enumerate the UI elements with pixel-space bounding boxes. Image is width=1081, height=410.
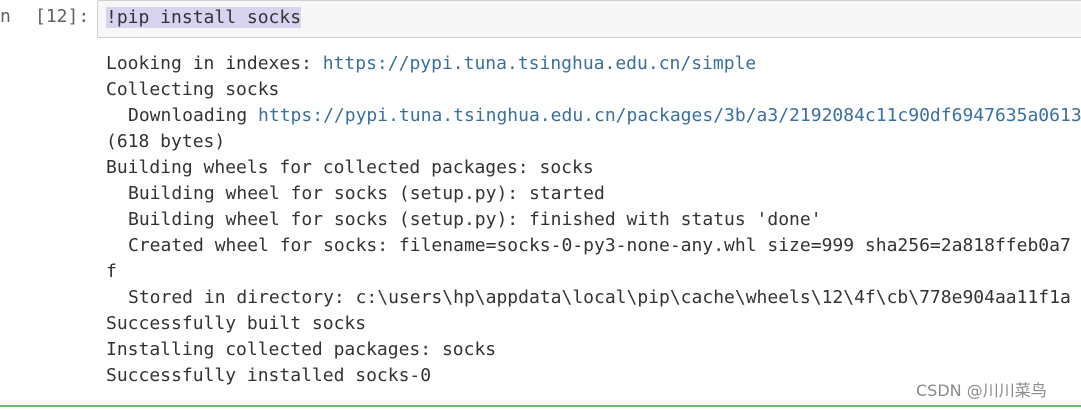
execution-count-label: [12]: xyxy=(35,6,90,27)
output-line: Installing collected packages: socks xyxy=(106,339,497,360)
cell-prompt: n [12]: xyxy=(0,4,92,30)
output-text: Created wheel for socks: filename=socks-… xyxy=(128,235,1071,256)
index-url-link[interactable]: https://pypi.tuna.tsinghua.edu.cn/simple xyxy=(323,53,756,74)
code-input-area[interactable]: !pip install socks xyxy=(97,0,1081,38)
csdn-watermark: CSDN @川川菜鸟 xyxy=(916,380,1047,402)
output-line: Downloading https://pypi.tuna.tsinghua.e… xyxy=(106,103,1081,129)
output-text: Building wheel for socks (setup.py): sta… xyxy=(128,183,605,204)
output-text: Looking in indexes: xyxy=(106,53,323,74)
output-line: Successfully built socks xyxy=(106,313,367,334)
output-line: Created wheel for socks: filename=socks-… xyxy=(106,233,1081,259)
package-url-link[interactable]: https://pypi.tuna.tsinghua.edu.cn/packag… xyxy=(258,105,1081,126)
output-line: Looking in indexes: https://pypi.tuna.ts… xyxy=(106,51,1081,77)
output-line: f xyxy=(106,261,117,282)
output-line: Collecting socks xyxy=(106,79,280,100)
output-text: Stored in directory: c:\users\hp\appdata… xyxy=(128,287,1071,308)
output-line: (618 bytes) xyxy=(106,131,226,152)
output-line: Stored in directory: c:\users\hp\appdata… xyxy=(106,285,1081,311)
output-text: Downloading xyxy=(128,105,259,126)
output-line: Building wheel for socks (setup.py): sta… xyxy=(106,181,1081,207)
output-line: Building wheels for collected packages: … xyxy=(106,157,594,178)
prompt-prefix: n xyxy=(0,6,11,27)
cell-output: Looking in indexes: https://pypi.tuna.ts… xyxy=(106,51,1081,397)
code-text: !pip install socks xyxy=(106,7,302,28)
code-editor[interactable]: !pip install socks xyxy=(106,6,302,30)
cell-bottom-border xyxy=(0,405,1081,407)
output-text: Building wheel for socks (setup.py): fin… xyxy=(128,209,822,230)
output-line: Building wheel for socks (setup.py): fin… xyxy=(106,207,1081,233)
notebook-page: n [12]: !pip install socks Looking in in… xyxy=(0,0,1081,410)
